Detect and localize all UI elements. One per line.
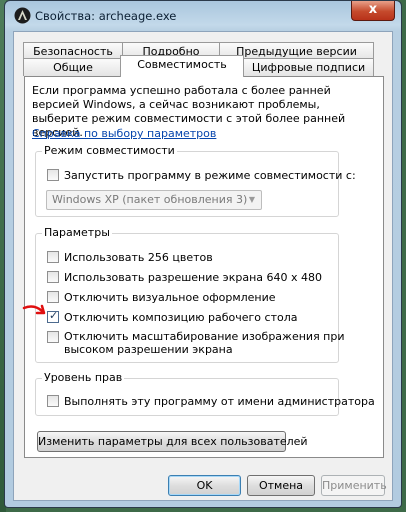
window-title: Свойства: archeage.exe	[35, 9, 177, 23]
resolution-640-checkbox[interactable]	[47, 271, 59, 283]
compat-mode-checkbox[interactable]	[47, 169, 59, 181]
close-icon: x	[368, 2, 378, 17]
disable-desktop-composition-label: Отключить композицию рабочего стола	[64, 311, 298, 324]
disable-dpi-scaling-label-line2: высоком разрешении экрана	[64, 343, 233, 356]
dialog-client-area: Безопасность Подробно Предыдущие версии …	[13, 31, 393, 501]
tab-general-label: Общие	[53, 61, 93, 74]
color-256-label: Использовать 256 цветов	[64, 251, 213, 264]
change-settings-all-users-button[interactable]: Изменить параметры для всех пользователе…	[37, 431, 308, 452]
compat-mode-group-label: Режим совместимости	[42, 144, 177, 157]
settings-group: Параметры Использовать 256 цветов Исполь…	[35, 226, 345, 363]
compat-os-select[interactable]: Windows XP (пакет обновления 3) ▼	[46, 190, 262, 210]
run-as-admin-checkbox[interactable]	[47, 395, 59, 407]
close-button[interactable]: x	[351, 1, 395, 21]
disable-desktop-composition-checkbox[interactable]: ✓	[47, 309, 59, 323]
privilege-group: Уровень прав Выполнять эту программу от …	[35, 371, 375, 416]
disable-visual-themes-checkbox[interactable]	[47, 291, 59, 303]
compat-mode-group: Режим совместимости Запустить программу …	[35, 144, 356, 217]
title-bar[interactable]: Свойства: archeage.exe x	[5, 1, 401, 31]
chevron-down-icon: ▼	[248, 195, 255, 204]
cancel-button[interactable]: Отмена	[247, 475, 315, 496]
compat-mode-checkbox-label: Запустить программу в режиме совместимос…	[64, 169, 356, 182]
tab-previous-versions-label: Предыдущие версии	[236, 45, 357, 58]
color-256-checkbox[interactable]	[47, 251, 59, 263]
resolution-640-label: Использовать разрешение экрана 640 x 480	[64, 271, 322, 284]
tab-compatibility[interactable]: Совместимость	[120, 55, 244, 77]
privilege-group-label: Уровень прав	[42, 371, 125, 384]
tab-digital-signatures-label: Цифровые подписи	[251, 61, 366, 74]
disable-visual-themes-label: Отключить визуальное оформление	[64, 291, 276, 304]
tab-general[interactable]: Общие	[23, 58, 123, 76]
annotation-arrow-icon	[22, 304, 46, 315]
tab-security-label: Безопасность	[33, 45, 113, 58]
tab-digital-signatures[interactable]: Цифровые подписи	[243, 58, 374, 76]
help-link[interactable]: Справка по выбору параметров	[32, 127, 216, 140]
ok-button[interactable]: OK	[168, 475, 241, 496]
app-icon	[14, 7, 31, 24]
disable-dpi-scaling-checkbox[interactable]	[47, 331, 59, 343]
settings-group-label: Параметры	[42, 226, 112, 239]
disable-dpi-scaling-label-line1: Отключить масштабирование изображения пр…	[64, 330, 345, 343]
properties-dialog: Свойства: archeage.exe x Безопасность По…	[4, 0, 402, 508]
checkmark-icon: ✓	[49, 309, 59, 322]
compat-os-select-value: Windows XP (пакет обновления 3)	[52, 193, 248, 206]
apply-button[interactable]: Применить	[321, 475, 387, 496]
tab-compatibility-label: Совместимость	[137, 58, 227, 71]
run-as-admin-label: Выполнять эту программу от имени админис…	[64, 395, 375, 408]
